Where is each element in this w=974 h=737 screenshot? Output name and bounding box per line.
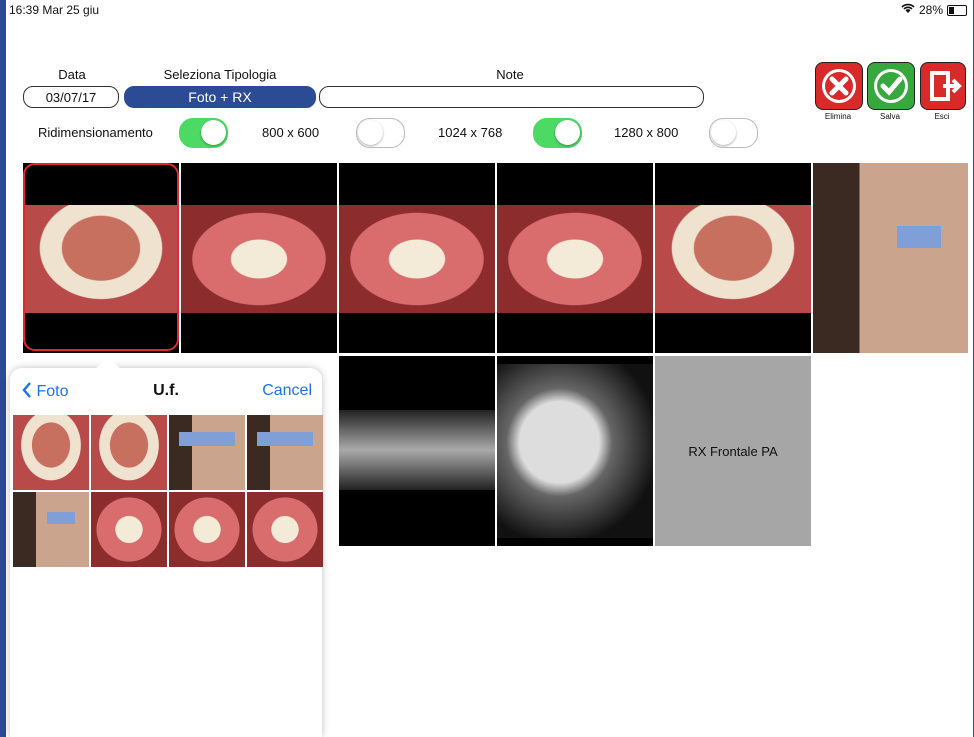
delete-label: Elimina (824, 112, 852, 121)
photo-profile[interactable] (813, 163, 968, 353)
tipologia-select[interactable]: Foto + RX (124, 86, 316, 108)
thumbnail[interactable] (247, 415, 323, 490)
res-800-label: 800 x 600 (262, 125, 320, 140)
date-field[interactable]: 03/07/17 (23, 86, 119, 108)
photo-frontal[interactable] (339, 163, 495, 353)
res-800-toggle[interactable] (356, 118, 405, 148)
delete-button[interactable] (815, 62, 863, 110)
data-label: Data (58, 67, 86, 82)
privacy-blur (897, 226, 941, 248)
thumbnail[interactable] (91, 415, 167, 490)
rx-frontal-label: RX Frontale PA (688, 443, 778, 459)
photo-frontal-right[interactable] (181, 163, 337, 353)
xray-panoramic[interactable] (339, 356, 495, 546)
check-icon (874, 69, 908, 103)
close-icon (822, 69, 856, 103)
thumbnail[interactable] (91, 492, 167, 567)
thumbnail[interactable] (13, 492, 89, 567)
selected-highlight (23, 163, 179, 351)
thumbnail[interactable] (247, 492, 323, 567)
note-input[interactable] (319, 86, 704, 108)
res-1280-toggle[interactable] (709, 118, 758, 148)
thumbnail[interactable] (169, 415, 245, 490)
exit-icon (930, 71, 962, 101)
popover-arrow (96, 356, 120, 380)
wifi-icon (901, 3, 915, 17)
window-frame-left (0, 0, 6, 737)
res-1024-label: 1024 x 768 (438, 125, 503, 140)
note-label: Note (496, 67, 524, 82)
photo-frontal-left[interactable] (497, 163, 653, 353)
photo-occlusal-lower[interactable] (655, 163, 811, 353)
picker-thumbnail-grid (13, 415, 323, 567)
photo-picker-popover: Foto U.f. Cancel (10, 356, 323, 737)
exit-label: Esci (934, 112, 950, 121)
battery-icon (947, 4, 967, 16)
exit-button[interactable] (920, 62, 966, 110)
save-label: Salva (879, 112, 900, 121)
resize-toggle[interactable] (179, 118, 228, 148)
status-bar: 16:39 Mar 25 giu 28% (6, 0, 973, 20)
resize-label: Ridimensionamento (38, 125, 153, 140)
battery-percent: 28% (918, 3, 943, 17)
status-right: 28% (901, 3, 967, 17)
res-1024-toggle[interactable] (533, 118, 582, 148)
thumbnail[interactable] (13, 415, 89, 490)
res-1280-label: 1280 x 800 (614, 125, 679, 140)
picker-cancel-button[interactable]: Cancel (262, 382, 312, 400)
status-time: 16:39 Mar 25 giu (9, 3, 100, 17)
rx-frontal-placeholder[interactable]: RX Frontale PA (655, 356, 811, 546)
save-button[interactable] (867, 62, 915, 110)
tipologia-label: Seleziona Tipologia (163, 67, 277, 82)
thumbnail[interactable] (169, 492, 245, 567)
xray-cephalometric[interactable] (497, 356, 653, 546)
